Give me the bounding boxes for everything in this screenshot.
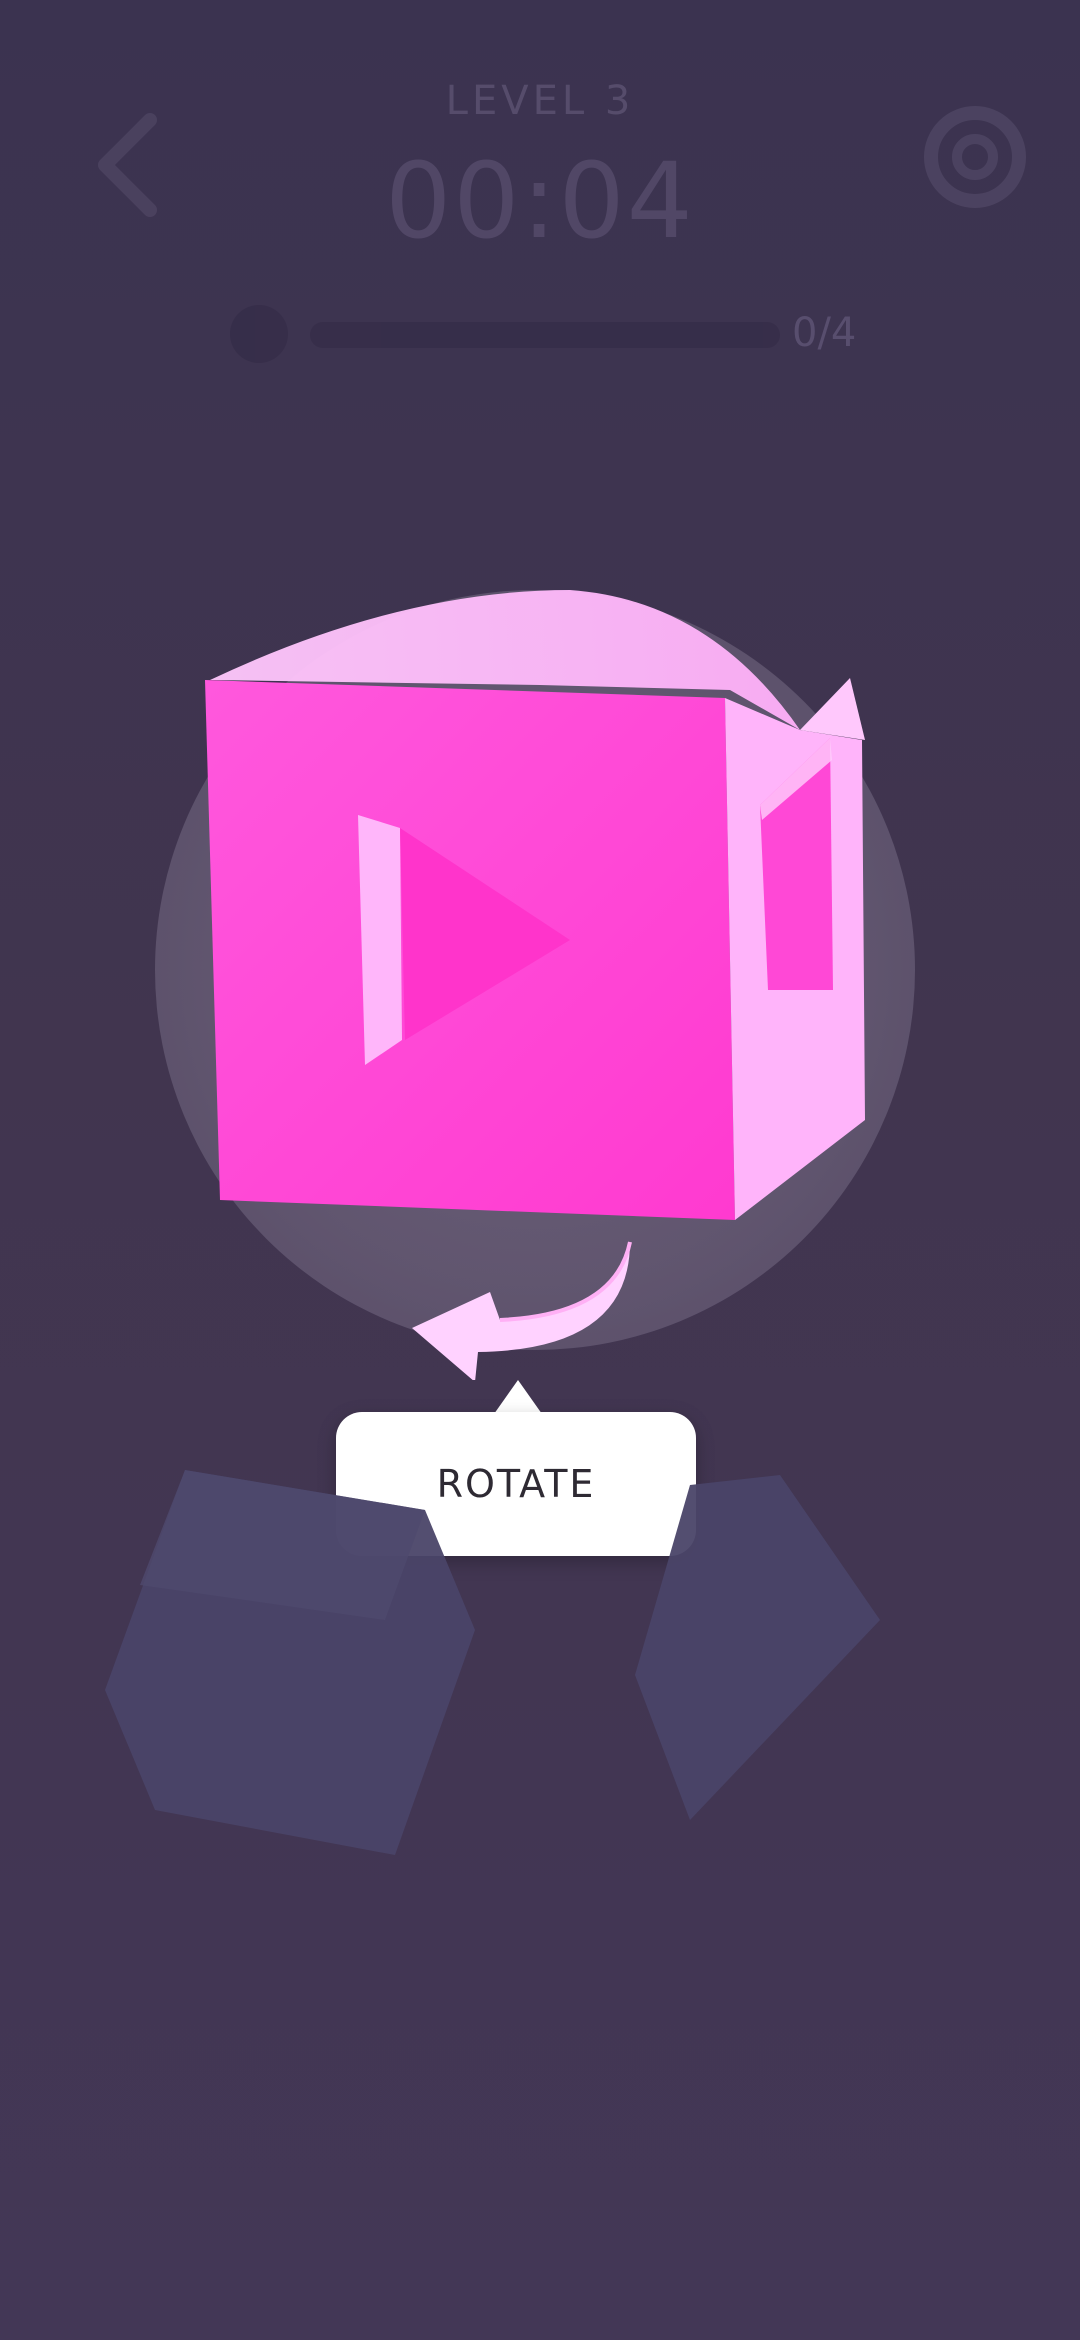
cube-notch-side — [358, 815, 402, 1065]
progress-start-icon — [230, 305, 288, 363]
progress-bar: 0/4 — [230, 300, 870, 370]
game-screen: LEVEL 3 00:04 0/4 ROTATE — [0, 0, 1080, 2340]
header: LEVEL 3 00:04 0/4 — [0, 0, 1080, 420]
level-label: LEVEL 3 — [445, 78, 635, 124]
progress-track — [310, 322, 780, 348]
progress-text: 0/4 — [792, 310, 857, 356]
timer: 00:04 — [385, 140, 695, 262]
back-arrow-icon — [98, 113, 157, 217]
gear-icon — [924, 106, 1026, 208]
ghost-cube-left — [105, 1470, 475, 1855]
ghost-cube-right — [635, 1475, 880, 1820]
settings-button[interactable] — [910, 92, 1040, 222]
tooltip-pointer — [494, 1380, 542, 1414]
rotate-arrow-icon — [412, 1241, 632, 1380]
back-button[interactable] — [70, 100, 200, 230]
cube-right-top — [800, 678, 865, 740]
